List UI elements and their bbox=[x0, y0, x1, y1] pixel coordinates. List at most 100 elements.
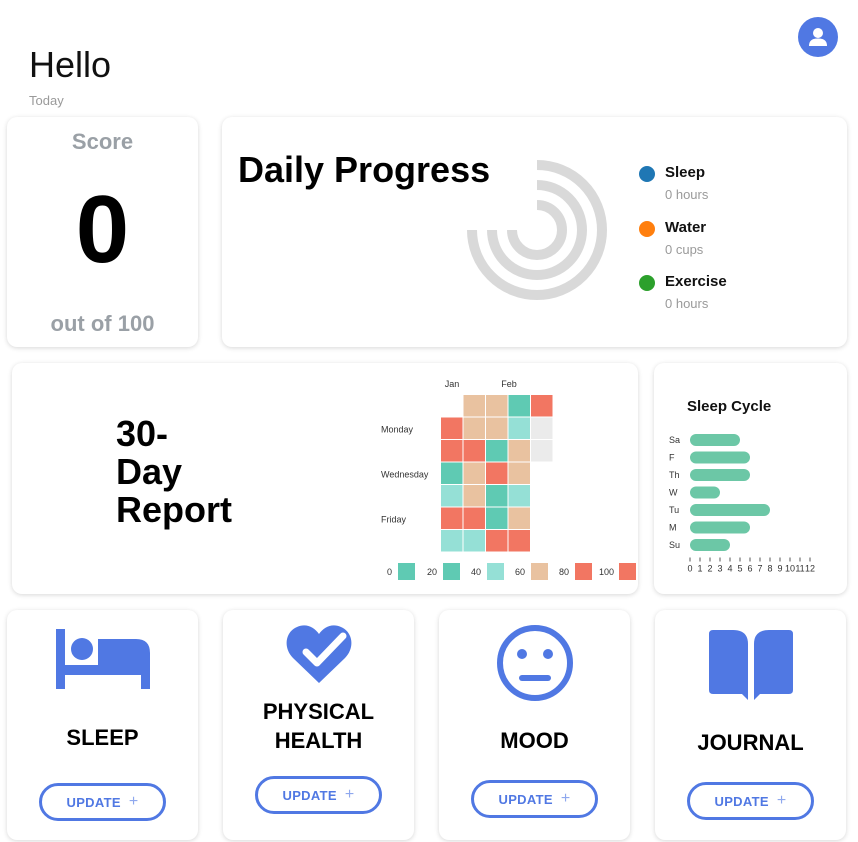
bed-icon bbox=[55, 629, 150, 689]
heatmap-cell bbox=[463, 530, 485, 552]
sleep-tick-label: 2 bbox=[707, 564, 712, 574]
heatmap-legend-label: 80 bbox=[559, 567, 569, 577]
sleep-tick-label: 1 bbox=[697, 564, 702, 574]
heatmap-legend-swatch bbox=[443, 563, 460, 580]
heatmap-cell bbox=[508, 485, 530, 507]
sleep-tick-label: 9 bbox=[777, 564, 782, 574]
thirty-day-report-card: 30- Day Report Jan Feb Monday Wednesday Frid… bbox=[12, 363, 638, 594]
heatmap-month-label: Jan bbox=[445, 379, 460, 389]
legend-water-value: 0 cups bbox=[665, 242, 704, 257]
sleep-bar bbox=[690, 521, 750, 534]
report-title-line: Report bbox=[116, 489, 232, 530]
sleep-cycle-chart: SaFThWTuMSu0 1 2 3 4 5 6 7 8 9 10 11 12 bbox=[669, 434, 815, 574]
heatmap-cell bbox=[441, 417, 463, 439]
update-sleep-button[interactable]: UPDATE + bbox=[39, 783, 166, 821]
journal-action-card: JOURNAL UPDATE + bbox=[655, 610, 846, 840]
book-icon bbox=[708, 630, 793, 700]
heatmap-cell bbox=[486, 395, 508, 417]
heatmap-cell bbox=[508, 462, 530, 484]
report-title-line: Day bbox=[116, 451, 183, 492]
heatmap-legend-swatch bbox=[619, 563, 636, 580]
legend-exercise-label: Exercise bbox=[665, 273, 727, 290]
heatmap-day-label: Friday bbox=[381, 515, 407, 525]
user-avatar-button[interactable] bbox=[798, 17, 838, 57]
plus-icon: + bbox=[128, 793, 139, 810]
heatmap-month-label: Feb bbox=[501, 379, 517, 389]
daily-progress-card: Daily Progress Sleep 0 hours Water 0 cup… bbox=[222, 117, 847, 347]
action-label-line: JOURNAL bbox=[697, 730, 804, 755]
heatmap-legend-label: 100 bbox=[599, 567, 614, 577]
update-button-label: UPDATE bbox=[66, 794, 121, 810]
progress-rings bbox=[467, 160, 607, 300]
action-label-line: HEALTH bbox=[274, 728, 363, 753]
heatmap-cell bbox=[486, 462, 508, 484]
sleep-day-label: Tu bbox=[669, 505, 679, 515]
heatmap-cell bbox=[441, 485, 463, 507]
sleep-day-label: W bbox=[669, 488, 678, 498]
heatmap-day-label: Wednesday bbox=[381, 470, 429, 480]
sleep-tick-label: 11 bbox=[795, 564, 804, 574]
sleep-day-label: Th bbox=[669, 470, 680, 480]
heatmap-day-label: Monday bbox=[381, 425, 414, 435]
legend-sleep-value: 0 hours bbox=[665, 187, 709, 202]
report-title: 30- Day Report bbox=[116, 415, 232, 529]
sleep-day-label: Su bbox=[669, 540, 680, 550]
score-card: Score 0 out of 100 bbox=[7, 117, 198, 347]
user-icon bbox=[809, 28, 827, 46]
heatmap-cell bbox=[463, 507, 485, 529]
sleep-bar bbox=[690, 539, 730, 551]
mood-action-card: MOOD UPDATE + bbox=[439, 610, 630, 840]
heatmap-cell bbox=[486, 417, 508, 439]
report-title-line: 30- bbox=[116, 413, 169, 454]
action-label-line: PHYSICAL bbox=[262, 699, 375, 724]
heatmap-cell bbox=[441, 507, 463, 529]
sleep-tick-label: 8 bbox=[767, 564, 772, 574]
physical-health-action-card: PHYSICAL HEALTH UPDATE + bbox=[223, 610, 414, 840]
heatmap-legend-swatch bbox=[575, 563, 592, 580]
heatmap-cell bbox=[508, 530, 530, 552]
action-label-line: MOOD bbox=[500, 728, 569, 753]
update-button-label: UPDATE bbox=[498, 791, 553, 807]
heatmap-cell bbox=[441, 440, 463, 462]
sleep-bar bbox=[690, 434, 740, 446]
heart-check-icon bbox=[286, 625, 351, 683]
sleep-tick-label: 12 bbox=[805, 564, 815, 574]
legend-sleep-label: Sleep bbox=[665, 164, 706, 181]
sleep-cycle-card: Sleep Cycle Sa F Th W Tu M Su 0 1 2 3 4 5 6 7 8 9 10 11 12 bbox=[654, 363, 847, 594]
update-physical-health-button[interactable]: UPDATE + bbox=[255, 776, 382, 814]
legend-exercise-value: 0 hours bbox=[665, 296, 709, 311]
update-mood-button[interactable]: UPDATE + bbox=[471, 780, 598, 818]
score-subtitle: out of 100 bbox=[50, 311, 155, 336]
plus-icon: + bbox=[344, 786, 355, 803]
heatmap-cell bbox=[531, 440, 553, 462]
physical-health-label: PHYSICAL HEALTH bbox=[223, 697, 414, 755]
update-button-label: UPDATE bbox=[714, 793, 769, 809]
heatmap-cell bbox=[486, 530, 508, 552]
greeting-title: Hello bbox=[29, 44, 112, 85]
heatmap-legend-swatch bbox=[531, 563, 548, 580]
action-label-line: SLEEP bbox=[66, 725, 139, 750]
sleep-color-dot bbox=[639, 166, 655, 182]
water-color-dot bbox=[639, 221, 655, 237]
neutral-face-icon bbox=[496, 625, 573, 701]
sleep-cycle-title: Sleep Cycle bbox=[687, 398, 772, 415]
sleep-action-card: SLEEP UPDATE + bbox=[7, 610, 198, 840]
heatmap-legend-label: 20 bbox=[427, 567, 437, 577]
sleep-label: SLEEP bbox=[7, 723, 198, 752]
heatmap-cell bbox=[486, 485, 508, 507]
activity-heatmap: Jan Feb Monday Wednesday Friday 0 20 40 60 80 100 bbox=[381, 379, 636, 580]
heatmap-cell bbox=[508, 507, 530, 529]
heatmap-cell bbox=[531, 395, 553, 417]
heatmap-cell bbox=[486, 440, 508, 462]
ring-water-track bbox=[487, 180, 587, 280]
sleep-tick-label: 0 bbox=[687, 564, 692, 574]
heatmap-cell bbox=[508, 417, 530, 439]
heatmap-cell bbox=[463, 440, 485, 462]
sleep-bar bbox=[690, 504, 770, 516]
update-journal-button[interactable]: UPDATE + bbox=[687, 782, 814, 820]
mood-label: MOOD bbox=[439, 726, 630, 755]
heatmap-legend-swatch bbox=[398, 563, 415, 580]
sleep-tick-label: 5 bbox=[737, 564, 742, 574]
exercise-color-dot bbox=[639, 275, 655, 291]
score-title: Score bbox=[71, 129, 134, 154]
